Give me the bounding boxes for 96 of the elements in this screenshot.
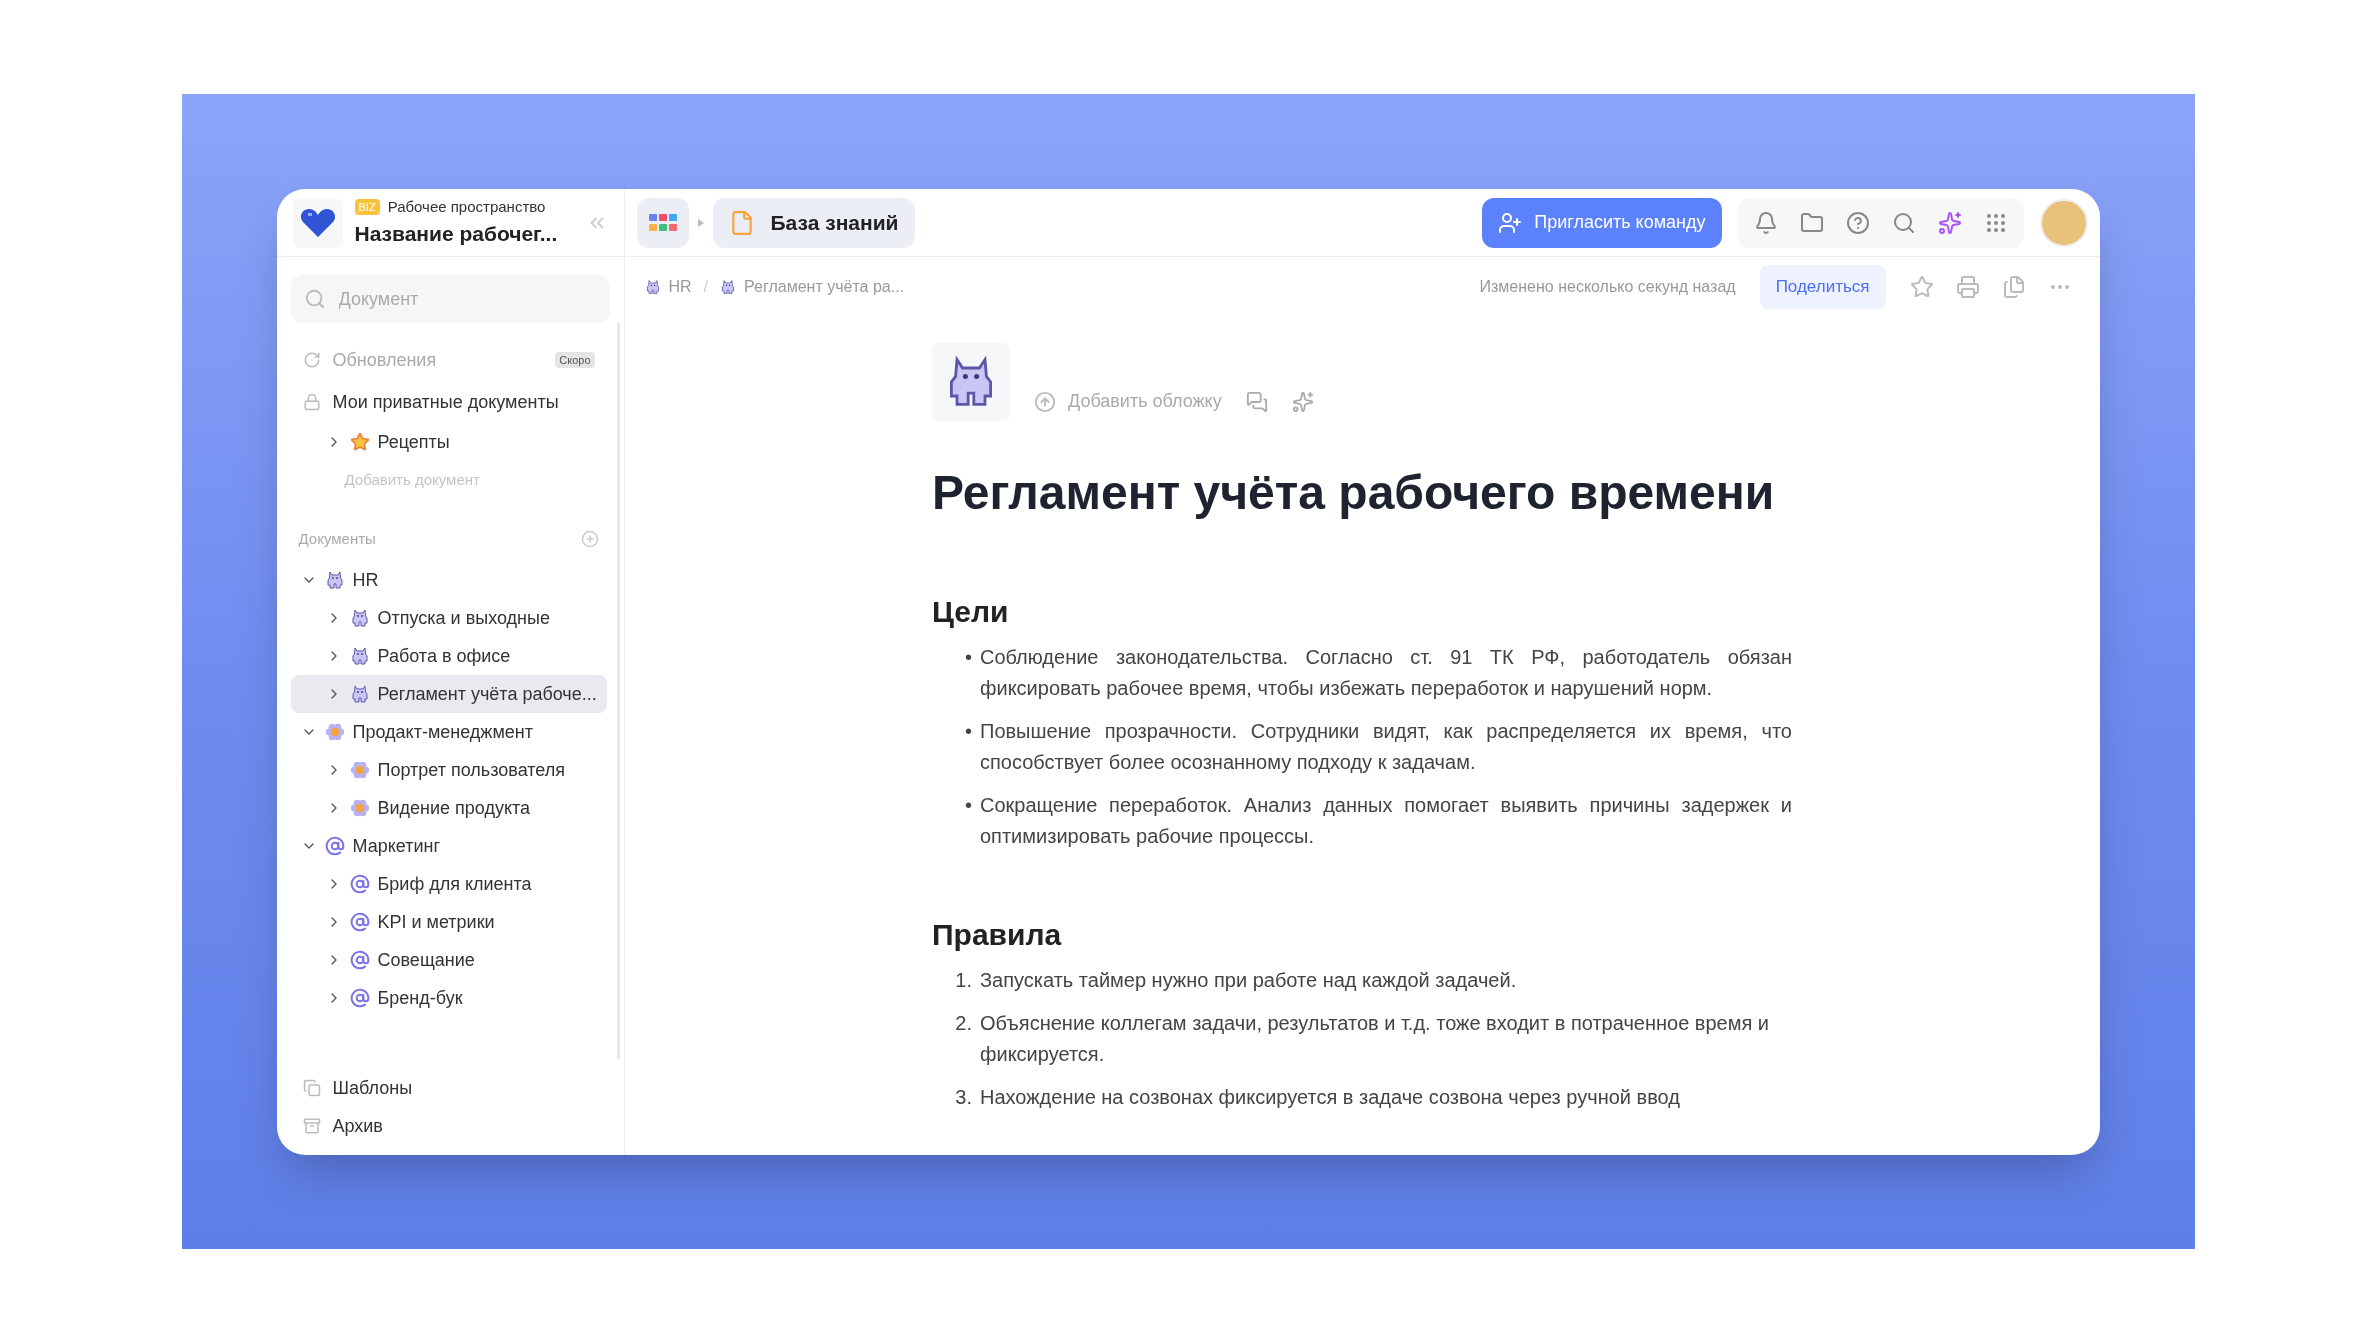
tree-item[interactable]: Регламент учёта рабоче... [290, 675, 607, 713]
list-item-text: Повышение прозрачности. Сотрудники видят, как распределяется их время, что способствует более осознанному подходу к задачам. [980, 719, 1792, 775]
section-heading: Цели [932, 594, 1010, 630]
nav-label: Мои приватные документы [332, 390, 560, 414]
bullet-mark: • [964, 793, 972, 818]
tree-item[interactable]: Отпуска и выходные [290, 599, 607, 637]
upload-icon [1034, 390, 1056, 413]
tree-item[interactable]: HR [290, 561, 607, 599]
at-sign-icon [349, 912, 370, 932]
list-item-text: Соблюдение законодательства. Согласно ст. 91 ТК РФ, работодатель обязан фиксировать рабочее время, чтобы избежать переработок и нарушений норм. [980, 645, 1792, 701]
tree-item-label: HR [352, 568, 379, 592]
tree-item-label: Работа в офисе [377, 644, 511, 668]
tree-item[interactable]: Совещание [290, 941, 607, 979]
at-sign-icon [349, 950, 370, 970]
flower-icon [349, 760, 370, 780]
cat-icon [644, 279, 661, 295]
lock-icon [302, 393, 321, 411]
flower-icon [324, 722, 345, 742]
cat-icon [349, 684, 370, 704]
bullet-mark: • [964, 719, 972, 744]
tree-item-label: KPI и метрики [377, 910, 495, 934]
tree-item[interactable]: KPI и метрики [290, 903, 607, 941]
at-sign-icon [349, 988, 370, 1008]
copy-icon[interactable] [2001, 275, 2026, 299]
breadcrumb-separator: / [703, 277, 709, 297]
tree-item-label: Маркетинг [352, 834, 440, 858]
cat-icon [720, 279, 737, 295]
list-item-text: Запускать таймер нужно при работе над каждой задачей. [980, 968, 1517, 993]
help-icon[interactable] [1845, 210, 1870, 235]
tree-item-label: Бренд-бук [377, 986, 463, 1010]
heart-icon [299, 206, 336, 239]
nav-item[interactable]: Шаблоны [290, 1069, 610, 1107]
list-number: 2. [954, 1011, 972, 1036]
tree-item-label: Продакт-менеджмент [352, 720, 533, 744]
user-plus-icon [1498, 210, 1523, 235]
tree-item[interactable]: Работа в офисе [290, 637, 607, 675]
at-sign-icon [349, 874, 370, 894]
at-sign-icon [324, 836, 345, 856]
tree-item-label: Рецепты [377, 430, 450, 454]
list-number: 3. [954, 1085, 972, 1110]
section-header: Документы [298, 528, 376, 549]
nav-label: Архив [332, 1114, 383, 1138]
tree-item[interactable]: Портрет пользователя [290, 751, 607, 789]
list-item-text: Сокращение переработок. Анализ данных помогает выявить причины задержек и оптимизировать рабочие процессы. [980, 793, 1792, 849]
nav-item[interactable]: Архив [290, 1107, 610, 1145]
workspace-label: Рабочее пространство [387, 196, 546, 217]
document-title: Регламент учёта рабочего времени [932, 465, 1776, 521]
search-icon[interactable] [1891, 210, 1916, 235]
print-icon[interactable] [1955, 275, 1980, 299]
app-grid-icon [648, 213, 677, 232]
sparkles-icon[interactable] [1291, 391, 1314, 413]
nav-label: Шаблоны [332, 1076, 413, 1100]
tree-item-label: Видение продукта [377, 796, 531, 820]
bullet-mark: • [964, 645, 972, 670]
share-button[interactable]: Поделиться [1759, 265, 1886, 309]
nav-item[interactable]: Мои приватные документы [290, 381, 607, 423]
tree-item[interactable]: Бренд-бук [290, 979, 607, 1017]
flower-icon [349, 798, 370, 818]
tree-item-label: Совещание [377, 948, 475, 972]
templates-icon [302, 1079, 321, 1097]
comments-icon[interactable] [1245, 391, 1268, 413]
folder-icon[interactable] [1799, 210, 1824, 235]
tree-item[interactable]: Бриф для клиента [290, 865, 607, 903]
tree-item-label: Отпуска и выходные [377, 606, 550, 630]
star-icon[interactable] [1909, 275, 1934, 299]
tree-item[interactable]: Видение продукта [290, 789, 607, 827]
cat-icon [349, 608, 370, 628]
search-icon [303, 288, 326, 310]
tree-item-label: Регламент учёта рабоче... [377, 682, 597, 706]
star-icon [349, 432, 370, 452]
page-icon[interactable] [932, 343, 1010, 421]
section-tab[interactable]: База знаний [712, 197, 915, 248]
soon-badge: Скоро [555, 351, 595, 369]
sparkles-icon[interactable] [1937, 210, 1962, 235]
workspace-name[interactable]: Название рабочег... [354, 218, 574, 250]
last-edited-text: Изменено несколько секунд назад [1479, 277, 1736, 297]
search-field[interactable]: Документ [290, 275, 610, 323]
plan-badge: BIZ [354, 198, 380, 215]
section-heading: Правила [932, 917, 1063, 953]
bell-icon[interactable] [1753, 210, 1778, 235]
tree-item-label: Портрет пользователя [377, 758, 565, 782]
tree-item[interactable]: Маркетинг [290, 827, 607, 865]
cat-icon [324, 570, 345, 590]
tree-item-label: Бриф для клиента [377, 872, 532, 896]
nav-label: Обновления [332, 348, 438, 372]
list-number: 1. [954, 968, 972, 993]
workspace-logo[interactable] [292, 197, 343, 248]
apps-button[interactable] [636, 197, 689, 248]
tree-item[interactable]: Рецепты [290, 423, 607, 461]
list-item-text: Объяснение коллегам задачи, результатов и т.д. тоже входит в потраченное время и фиксируется. [980, 1011, 1771, 1067]
tree-item[interactable]: Продакт-менеджмент [290, 713, 607, 751]
cat-icon [349, 646, 370, 666]
refresh-icon [302, 351, 321, 369]
list-item-text: Нахождение на созвонах фиксируется в задаче созвона через ручной ввод [980, 1085, 1680, 1110]
archive-icon [302, 1117, 321, 1135]
caret-icon [696, 217, 705, 228]
